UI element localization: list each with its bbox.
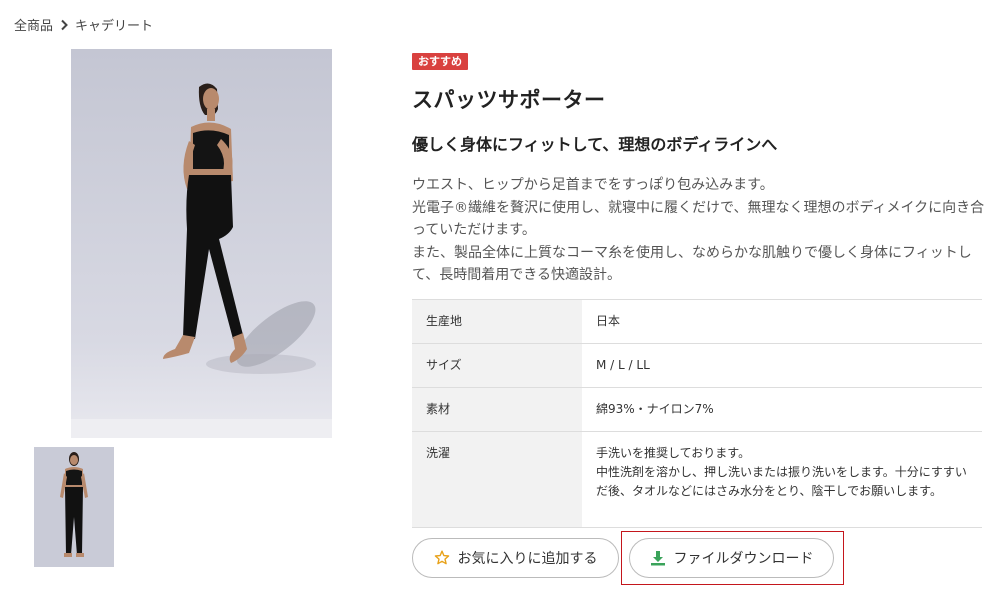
add-to-favorites-button[interactable]: お気に入りに追加する — [412, 538, 619, 578]
spec-value-line: 手洗いを推奨しております。 — [596, 446, 751, 460]
spec-row-size: サイズ M / L / LL — [412, 343, 982, 388]
description-line: ウエスト、ヒップから足首までをすっぽり包み込みます。 — [412, 177, 774, 193]
product-main-image — [71, 49, 332, 438]
add-to-favorites-label: お気に入りに追加する — [457, 550, 598, 566]
breadcrumb-item-all-products[interactable]: 全商品 — [14, 15, 53, 34]
breadcrumb-item-category[interactable]: キャデリート — [75, 15, 153, 34]
product-title: スパッツサポーター — [412, 88, 606, 112]
spec-row-origin: 生産地 日本 — [412, 299, 982, 344]
spec-row-washing: 洗濯 手洗いを推奨しております。 中性洗剤を溶かし、押し洗いまたは振り洗いをしま… — [412, 431, 982, 528]
product-spec-table: 生産地 日本 サイズ M / L / LL 素材 綿93%・ナイロン7% 洗濯 … — [412, 299, 982, 528]
breadcrumb: 全商品 キャデリート — [14, 15, 153, 34]
file-download-label: ファイルダウンロード — [673, 550, 814, 566]
spec-value: M / L / LL — [582, 343, 982, 388]
product-thumbnail[interactable] — [34, 447, 114, 567]
spec-value: 手洗いを推奨しております。 中性洗剤を溶かし、押し洗いまたは振り洗いをします。十… — [582, 431, 982, 528]
product-description: ウエスト、ヒップから足首までをすっぽり包み込みます。 光電子®繊維を贅沢に使用し… — [412, 174, 987, 287]
description-line: また、製品全体に上質なコーマ糸を使用し、なめらかな肌触りで優しく身体にフィットし… — [412, 244, 972, 284]
spec-value-line: 中性洗剤を溶かし、押し洗いまたは振り洗いをします。十分にすすいだ後、タオルなどに… — [596, 465, 967, 498]
spec-row-material: 素材 綿93%・ナイロン7% — [412, 387, 982, 432]
spec-label: 洗濯 — [412, 431, 582, 528]
spec-label: サイズ — [412, 343, 582, 388]
spec-label: 生産地 — [412, 299, 582, 344]
download-icon — [650, 551, 665, 566]
spec-label: 素材 — [412, 387, 582, 432]
recommended-badge: おすすめ — [412, 53, 468, 70]
file-download-button[interactable]: ファイルダウンロード — [629, 538, 834, 578]
chevron-right-icon — [61, 19, 68, 30]
star-icon — [434, 550, 449, 565]
spec-value: 綿93%・ナイロン7% — [582, 387, 982, 432]
description-line: 光電子®繊維を贅沢に使用し、就寝中に履くだけで、無理なく理想のボディメイクに向き… — [412, 199, 985, 239]
spec-value: 日本 — [582, 299, 982, 344]
product-subtitle: 優しく身体にフィットして、理想のボディラインへ — [412, 135, 778, 154]
